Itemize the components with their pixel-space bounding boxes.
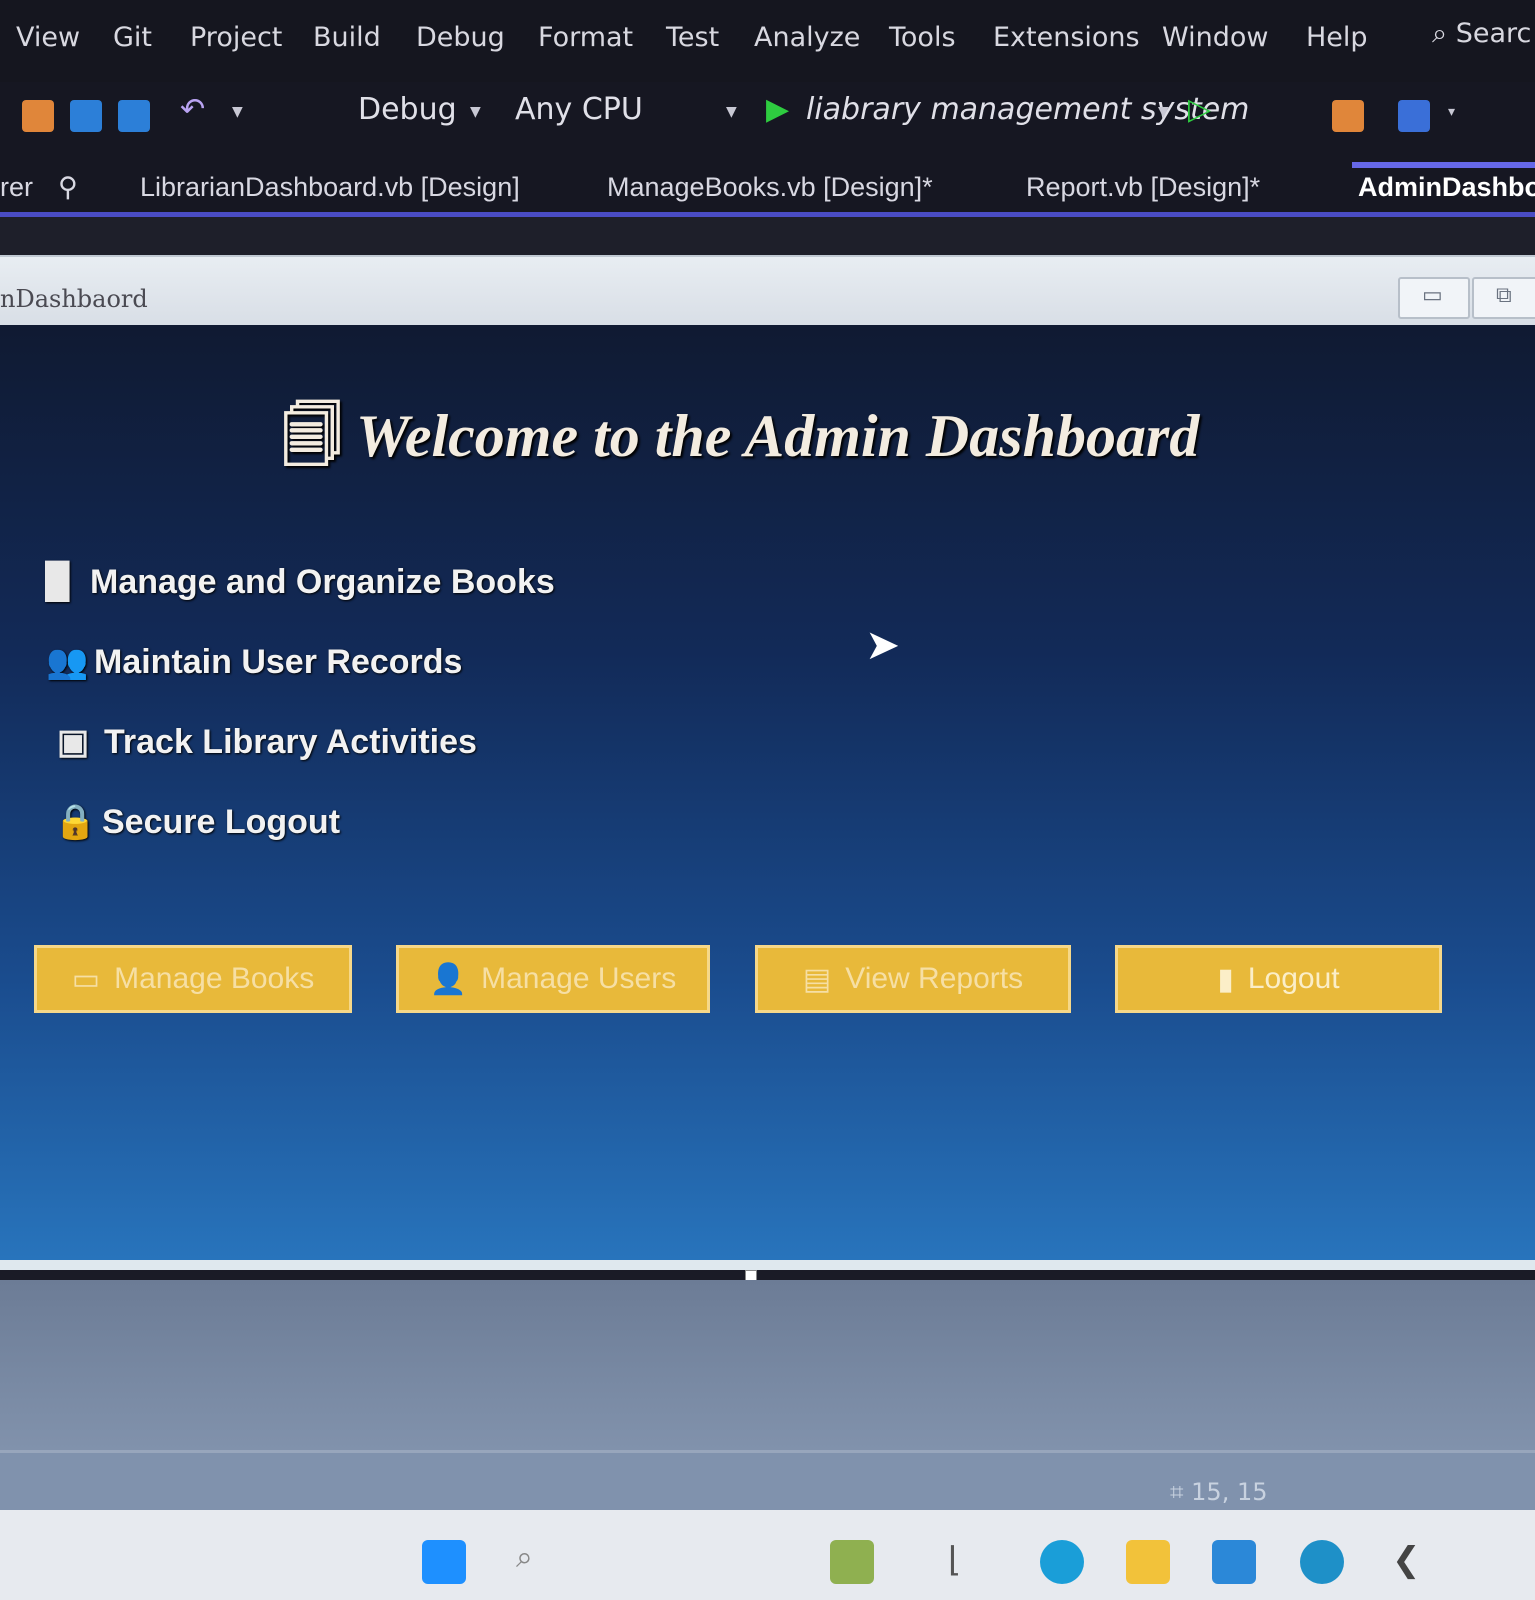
cursor-position-readout: ⌗ 15, 15 xyxy=(1170,1478,1268,1506)
startup-project-button[interactable]: liabrary management system xyxy=(806,92,1249,127)
feature-label: Manage and Organize Books xyxy=(90,563,555,601)
welcome-text: Welcome to the Admin Dashboard xyxy=(355,403,1200,469)
save-icon[interactable] xyxy=(70,100,102,132)
undo-icon[interactable]: ↶ xyxy=(180,92,205,127)
taskbar-search-icon[interactable]: ⌕ xyxy=(516,1540,560,1584)
menu-help[interactable]: Help xyxy=(1306,22,1368,53)
feature-track-activities: ▣ Track Library Activities xyxy=(56,722,477,762)
search-box[interactable]: ⌕ Searc xyxy=(1432,18,1531,50)
tab-admin-dashboard[interactable]: AdminDashbo xyxy=(1358,172,1535,203)
logout-button[interactable]: ▮ Logout xyxy=(1115,945,1442,1013)
status-bar xyxy=(0,1450,1535,1513)
tab-manage-books[interactable]: ManageBooks.vb [Design]* xyxy=(607,172,933,203)
active-tab-indicator xyxy=(1352,162,1535,168)
menu-tools[interactable]: Tools xyxy=(889,22,956,53)
search-icon: ⌕ xyxy=(1432,18,1448,49)
browse-icon[interactable] xyxy=(1332,100,1364,132)
book-icon: ▭ xyxy=(71,962,101,996)
tab-librarian-dashboard[interactable]: LibrarianDashboard.vb [Design] xyxy=(140,172,520,203)
feature-manage-books: ▉ Manage and Organize Books xyxy=(42,562,555,602)
chevron-down-icon[interactable]: ▼ xyxy=(232,104,243,120)
save-all-icon[interactable] xyxy=(118,100,150,132)
welcome-heading: 🗐 Welcome to the Admin Dashboard xyxy=(282,392,1199,494)
app-icon[interactable]: ❮ xyxy=(1392,1540,1436,1584)
menu-build[interactable]: Build xyxy=(313,22,381,53)
button-label: Manage Books xyxy=(114,962,315,995)
store-icon[interactable] xyxy=(1212,1540,1256,1584)
mouse-cursor-icon: ➤ xyxy=(865,620,901,669)
form-titlebar[interactable]: nDashbaord ▭ ⧉ xyxy=(0,255,1535,327)
start-icon[interactable]: ▶ xyxy=(766,92,789,127)
menu-view[interactable]: View xyxy=(16,22,80,53)
menu-git[interactable]: Git xyxy=(113,22,152,53)
clipboard-icon: ▣ xyxy=(56,723,90,761)
overflow-icon[interactable]: ▾ xyxy=(1448,104,1455,120)
open-folder-icon[interactable] xyxy=(22,100,54,132)
books-icon: 🗐 xyxy=(282,403,342,469)
menu-debug[interactable]: Debug xyxy=(416,22,505,53)
menu-bar: View Git Project Build Debug Format Test… xyxy=(0,0,1535,82)
widgets-icon[interactable] xyxy=(830,1540,874,1584)
outlook-icon[interactable] xyxy=(1300,1540,1344,1584)
report-icon: ▤ xyxy=(802,962,832,996)
user-icon: 👤 xyxy=(429,962,468,996)
feature-label: Secure Logout xyxy=(102,803,341,841)
menu-extensions[interactable]: Extensions xyxy=(993,22,1140,53)
start-without-debugging-icon[interactable]: ▷ xyxy=(1188,92,1211,127)
feature-label: Maintain User Records xyxy=(94,643,463,681)
window-layout-icon[interactable] xyxy=(1398,100,1430,132)
feature-user-records: 👥 Maintain User Records xyxy=(46,642,462,682)
lock-icon: 🔒 xyxy=(54,803,97,841)
book-icon: ▉ xyxy=(45,563,73,601)
button-label: Logout xyxy=(1247,962,1340,995)
designer-margin xyxy=(0,217,1535,255)
form-bottom-border xyxy=(0,1260,1535,1270)
menu-project[interactable]: Project xyxy=(190,22,282,53)
chevron-down-icon[interactable]: ▼ xyxy=(726,104,737,120)
view-reports-button[interactable]: ▤ View Reports xyxy=(755,945,1071,1013)
feature-label: Track Library Activities xyxy=(104,723,477,761)
menu-test[interactable]: Test xyxy=(666,22,719,53)
position-value: 15, 15 xyxy=(1191,1478,1268,1506)
button-label: View Reports xyxy=(845,962,1024,995)
tab-explorer-fragment[interactable]: rer xyxy=(0,172,33,203)
users-icon: 👥 xyxy=(46,643,89,681)
manage-users-button[interactable]: 👤 Manage Users xyxy=(396,945,710,1013)
button-label: Manage Users xyxy=(481,962,677,995)
position-icon: ⌗ xyxy=(1170,1478,1192,1506)
form-title: nDashbaord xyxy=(0,285,148,313)
pin-icon[interactable]: ⚲ xyxy=(58,172,78,203)
menu-analyze[interactable]: Analyze xyxy=(754,22,860,53)
minimize-button[interactable]: ▭ xyxy=(1398,277,1470,319)
search-label: Searc xyxy=(1455,18,1532,49)
menu-window[interactable]: Window xyxy=(1162,22,1268,53)
exit-icon: ▮ xyxy=(1217,962,1234,996)
edge-browser-icon[interactable] xyxy=(1040,1540,1084,1584)
feature-secure-logout: 🔒 Secure Logout xyxy=(54,802,340,842)
windows-start-icon[interactable] xyxy=(422,1540,466,1584)
tab-report[interactable]: Report.vb [Design]* xyxy=(1026,172,1260,203)
menu-format[interactable]: Format xyxy=(538,22,633,53)
platform-dropdown[interactable]: Any CPU xyxy=(515,92,643,127)
maximize-button[interactable]: ⧉ xyxy=(1472,277,1535,319)
chevron-down-icon[interactable]: ▼ xyxy=(1158,104,1169,120)
manage-books-button[interactable]: ▭ Manage Books xyxy=(34,945,352,1013)
minimize-icon: ▭ xyxy=(1422,283,1443,308)
file-explorer-icon[interactable] xyxy=(1126,1540,1170,1584)
chevron-down-icon[interactable]: ▼ xyxy=(470,104,481,120)
designer-surface xyxy=(0,1280,1535,1450)
configuration-dropdown[interactable]: Debug xyxy=(358,92,457,127)
task-view-icon[interactable]: ⌊ xyxy=(948,1540,992,1584)
maximize-icon: ⧉ xyxy=(1496,283,1512,308)
